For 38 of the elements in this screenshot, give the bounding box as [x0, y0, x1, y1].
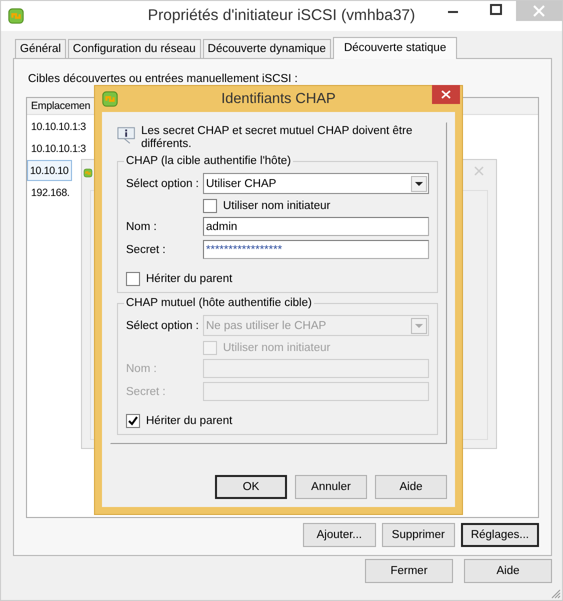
targets-label: Cibles découvertes ou entrées manuellement iSCSI : [27, 73, 299, 85]
table-cell: 10.10.10.1:3 [31, 120, 86, 132]
tab[interactable]: Général [15, 39, 66, 58]
dialog-button[interactable]: Fermer [365, 559, 453, 583]
group-title: CHAP (la cible authentifie l'hôte) [125, 155, 292, 167]
dialog-button[interactable]: Ajouter... [302, 523, 376, 547]
secret-field[interactable]: ***************** [203, 240, 429, 259]
tab[interactable]: Configuration du réseau [68, 39, 201, 58]
dialog-title: Identifiants CHAP [221, 91, 336, 107]
field-label: Sélect option : [126, 178, 200, 190]
dialog-button[interactable]: Aide [375, 475, 447, 499]
table-cell: 10.10.10 [30, 164, 68, 176]
field-label: Secret : [126, 244, 167, 256]
table-cell: 10.10.10.1:3 [31, 142, 86, 154]
checkbox[interactable]: Hériter du parent [126, 272, 429, 286]
table-row[interactable]: 10.10.10.1:3 [27, 138, 90, 159]
dialog-button[interactable]: Aide [464, 559, 552, 583]
name-field[interactable]: admin [203, 217, 429, 236]
group-title: CHAP mutuel (hôte authentifie cible) [125, 297, 313, 309]
field-label: Sélect option : [126, 320, 200, 332]
dialog-button[interactable]: Annuler [295, 475, 367, 499]
table-row[interactable]: 10.10.10.1:3 [27, 116, 90, 137]
option-dropdown[interactable]: Utiliser CHAP [203, 173, 429, 194]
tab[interactable]: Découverte dynamique [202, 39, 331, 58]
field-label: Nom : [126, 362, 158, 374]
field-label: Nom : [126, 220, 158, 232]
table-row[interactable]: 192.168. [27, 182, 74, 203]
dialog-button[interactable]: Réglages... [460, 523, 539, 547]
tab[interactable]: Découverte statique [332, 37, 458, 59]
dialog-button[interactable]: OK [215, 475, 287, 499]
info-message: Les secret CHAP et secret mutuel CHAP doivent être différents. [141, 125, 414, 151]
table-row[interactable]: 10.10.10 [27, 160, 72, 181]
checkbox[interactable]: Utiliser nom initiateur [203, 199, 330, 213]
column-header[interactable]: Emplacemen [31, 100, 90, 112]
window-title: Propriétés d'initiateur iSCSI (vmhba37) [148, 7, 416, 25]
table-cell: 192.168. [31, 186, 70, 198]
dialog-button[interactable]: Supprimer [382, 523, 455, 547]
field-label: Secret : [126, 386, 167, 398]
